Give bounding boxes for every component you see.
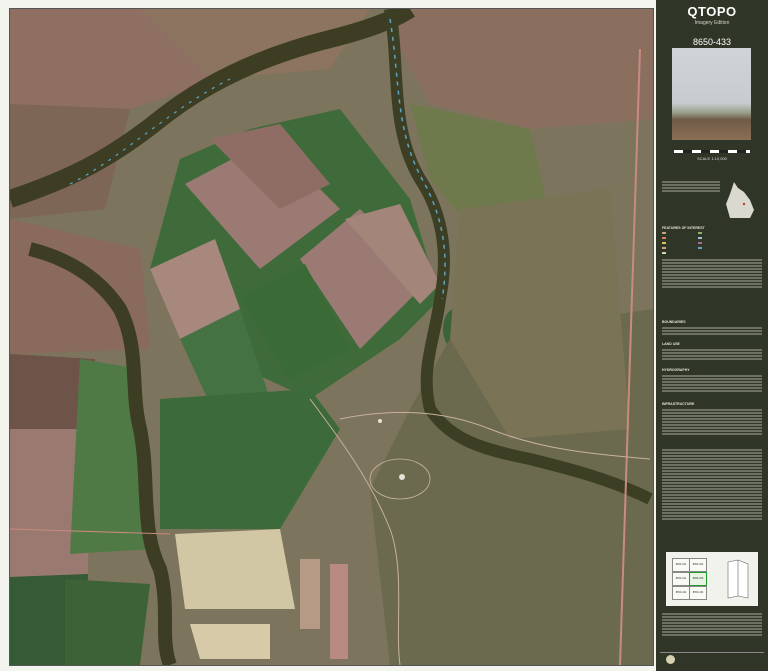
index-cell-current: 8650-433 xyxy=(689,572,707,586)
index-cell: 8650-432 xyxy=(689,558,707,572)
crest-icon xyxy=(666,655,675,664)
legend-heading-land-use: LAND USE xyxy=(662,342,680,346)
legend-heading-boundaries: BOUNDARIES xyxy=(662,320,686,324)
index-cell: 8650-441 xyxy=(672,572,690,586)
fold-diagram xyxy=(727,559,749,599)
legend-features: FEATURES OF INTEREST xyxy=(662,226,762,255)
index-cell: 8650-431 xyxy=(672,558,690,572)
legend-item xyxy=(662,236,692,240)
cover-photo xyxy=(672,48,751,140)
legend-item xyxy=(698,236,728,240)
sheet-number: 8650-433 xyxy=(692,37,732,47)
legend-land-use: LAND USE xyxy=(662,342,762,347)
legend-item xyxy=(662,231,692,235)
index-cell: 8650-442 xyxy=(672,586,690,600)
legend-features-list xyxy=(662,258,762,289)
aerial-imagery xyxy=(10,9,653,665)
legend-item xyxy=(662,246,692,250)
legend-heading-infrastructure: INFRASTRUCTURE xyxy=(662,402,695,406)
scale-bar xyxy=(674,150,750,153)
map-sheet: QTOPO Imagery Edition 8650-433 SCALE 1:1… xyxy=(0,0,768,671)
legend-item xyxy=(698,231,728,235)
imagery-map[interactable] xyxy=(9,8,654,666)
edition-label: Imagery Edition xyxy=(694,20,730,26)
legend-hydrography: HYDROGRAPHY xyxy=(662,368,762,373)
legend-land-use-list xyxy=(662,348,762,361)
legend-heading-features: FEATURES OF INTEREST xyxy=(662,226,705,230)
state-locator-map xyxy=(726,182,754,218)
legend-panel: QTOPO Imagery Edition 8650-433 SCALE 1:1… xyxy=(656,0,768,671)
disclaimer-text xyxy=(662,612,762,637)
sheet-index-diagram: 8650-431 8650-432 8650-441 8650-433 8650… xyxy=(666,552,758,606)
index-cell: 8650-434 xyxy=(689,586,707,600)
legend-item xyxy=(662,241,692,245)
legend-item xyxy=(662,251,692,255)
legend-infrastructure: INFRASTRUCTURE xyxy=(662,402,762,407)
legend-item xyxy=(698,246,728,250)
scale-label: SCALE 1:10,000 xyxy=(697,156,727,161)
locator-notes xyxy=(662,180,720,193)
legend-item xyxy=(698,241,728,245)
government-logo xyxy=(660,652,764,667)
legend-boundaries: BOUNDARIES xyxy=(662,320,762,325)
legend-infrastructure-list xyxy=(662,408,762,436)
legend-boundaries-list xyxy=(662,326,762,336)
legend-hydrography-list xyxy=(662,374,762,393)
legend-heading-hydrography: HYDROGRAPHY xyxy=(662,368,690,372)
map-title: QTOPO xyxy=(687,4,737,19)
imagery-notes xyxy=(662,448,762,521)
